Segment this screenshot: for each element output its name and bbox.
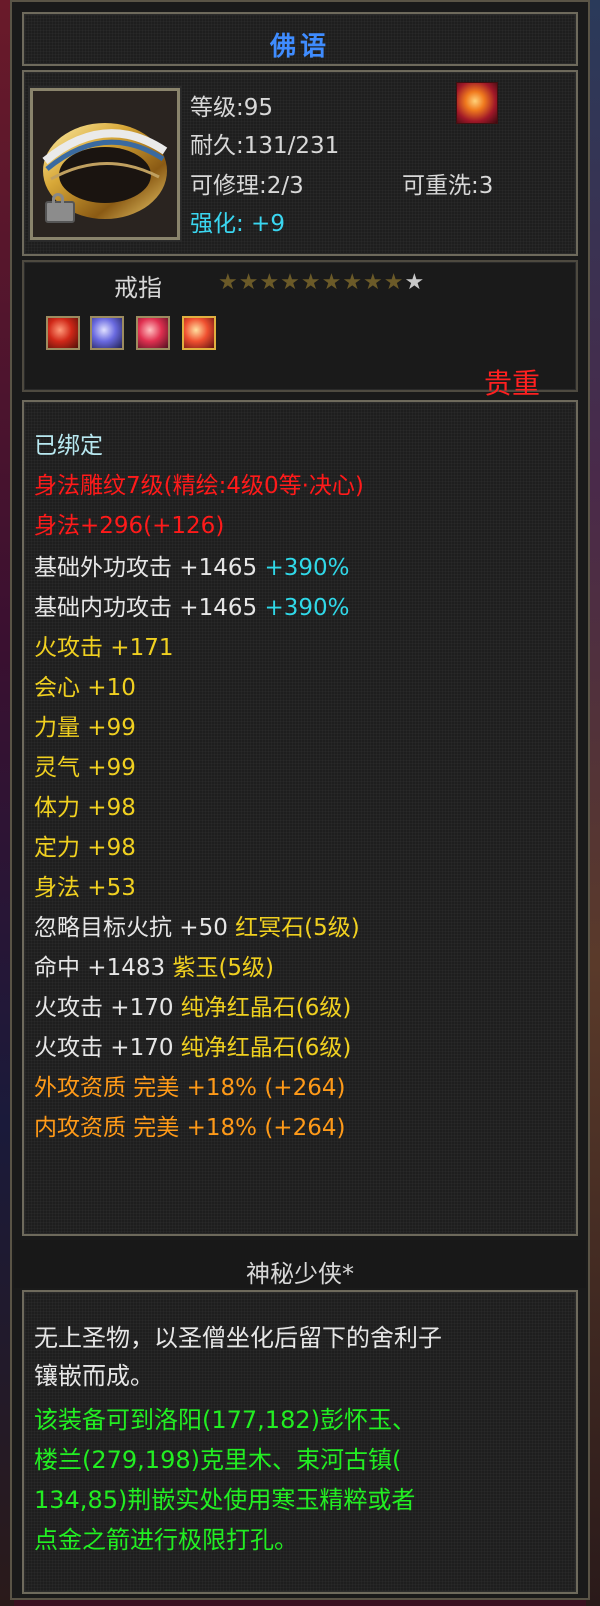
agility-bonus-line: 身法+296(+126): [34, 513, 225, 539]
star-filled: ★★★★★★★★★: [218, 270, 405, 295]
gem-stat-line: 火攻击 +170 纯净红晶石(6级): [34, 988, 351, 1022]
rarity-label: 贵重: [484, 367, 541, 400]
red-gem-icon[interactable]: [46, 316, 80, 350]
description-hint-line: 该装备可到洛阳(177,182)彭怀玉、: [34, 1406, 416, 1434]
gem-name: 红冥石(5级): [235, 915, 360, 941]
description-hint-line: 134,85)荆嵌实处使用寒玉精粹或者: [34, 1486, 416, 1514]
engrave-line: 身法雕纹7级(精绘:4级0等·决心): [34, 473, 364, 499]
purple-gem-icon[interactable]: [90, 316, 124, 350]
star-rating: ★★★★★★★★★★: [218, 270, 425, 295]
description-hint-line: 点金之箭进行极限打孔。: [34, 1526, 298, 1554]
description-hint-line: 楼兰(279,198)克里木、束河古镇(: [34, 1446, 402, 1474]
star-empty: ★: [404, 270, 426, 295]
stat-line: 身法 +53: [34, 875, 136, 901]
item-name: 佛语: [269, 32, 330, 62]
item-enhance: 强化: +9: [190, 211, 285, 237]
gem-stat-label: 火攻击 +170: [34, 1035, 181, 1061]
gem-name: 纯净红晶石(6级): [180, 1035, 352, 1061]
ring-item-icon[interactable]: [30, 88, 180, 240]
stat-line: 力量 +99: [34, 715, 136, 741]
gem-stat-line: 命中 +1483 紫玉(5级): [34, 948, 274, 982]
attr-percent: +390%: [264, 595, 350, 621]
gem-stat-label: 火攻击 +170: [34, 995, 181, 1021]
base-int-attack-line: 基础内功攻击 +1465 +390%: [34, 588, 349, 622]
item-repair: 可修理:2/3: [190, 173, 304, 199]
gem-stat-line: 火攻击 +170 纯净红晶石(6级): [34, 1028, 351, 1062]
stat-line: 体力 +98: [34, 795, 136, 821]
stat-line: 定力 +98: [34, 835, 136, 861]
aptitude-line: 外攻资质 完美 +18% (+264): [34, 1075, 346, 1101]
description-line: 无上圣物，以圣僧坐化后留下的舍利子: [34, 1324, 442, 1352]
aptitude-line: 内攻资质 完美 +18% (+264): [34, 1115, 346, 1141]
flame-badge-icon: [456, 82, 498, 124]
gem-name: 纯净红晶石(6级): [180, 995, 352, 1021]
owner-name: 神秘少侠*: [246, 1260, 354, 1288]
attr-label: 基础外功攻击 +1465: [34, 555, 265, 581]
stat-line: 火攻击 +171: [34, 635, 174, 661]
base-ext-attack-line: 基础外功攻击 +1465 +390%: [34, 548, 349, 582]
stat-line: 会心 +10: [34, 675, 136, 701]
gem-name: 紫玉(5级): [172, 955, 275, 981]
item-type: 戒指: [114, 274, 162, 302]
attr-percent: +390%: [264, 555, 350, 581]
item-rewash: 可重洗:3: [402, 173, 494, 199]
gem-stat-label: 命中 +1483: [34, 955, 173, 981]
red-crystal-icon[interactable]: [182, 316, 216, 350]
title-frame: 佛语: [22, 12, 578, 66]
item-durability: 耐久:131/231: [190, 133, 340, 159]
stat-line: 灵气 +99: [34, 755, 136, 781]
attr-label: 基础内功攻击 +1465: [34, 595, 265, 621]
item-level: 等级:95: [190, 95, 274, 121]
red-crystal-icon[interactable]: [136, 316, 170, 350]
lock-icon: [45, 193, 75, 223]
description-line: 镶嵌而成。: [34, 1362, 154, 1390]
gem-stat-label: 忽略目标火抗 +50: [34, 915, 236, 941]
gem-stat-line: 忽略目标火抗 +50 红冥石(5级): [34, 908, 360, 942]
bound-status: 已绑定: [34, 433, 103, 459]
